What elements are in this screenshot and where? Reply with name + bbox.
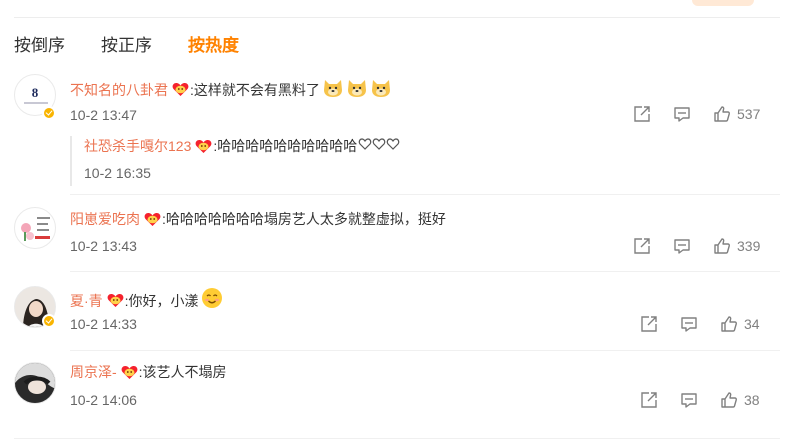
comment-icon[interactable] xyxy=(680,315,698,333)
heart-outline-icon xyxy=(358,136,372,156)
comment-line: 周京泽- :该艺人不塌房 xyxy=(70,362,227,382)
smile-emoji-icon xyxy=(201,287,223,314)
tab-sort-reverse[interactable]: 按倒序 xyxy=(14,35,65,59)
share-icon[interactable] xyxy=(633,105,651,123)
fan-badge-icon xyxy=(121,365,138,380)
username[interactable]: 夏·青 xyxy=(70,291,103,311)
comment-time: 10-2 14:33 xyxy=(70,316,137,332)
comment-time: 10-2 13:47 xyxy=(70,107,137,123)
verified-badge-icon xyxy=(42,314,56,328)
top-divider xyxy=(14,17,780,18)
doge-emoji-icon xyxy=(370,76,392,103)
top-partial-button[interactable] xyxy=(692,0,754,6)
sort-tabs: 按倒序 按正序 按热度 xyxy=(14,35,239,59)
comment-icon[interactable] xyxy=(673,237,691,255)
avatar[interactable] xyxy=(14,207,56,249)
like-count: 537 xyxy=(737,106,761,122)
reply-username[interactable]: 社恐杀手嘎尔123 xyxy=(84,136,191,156)
doge-emoji-icon xyxy=(346,76,368,103)
heart-outline-icon xyxy=(386,136,400,156)
comment-actions: 339 xyxy=(633,237,760,255)
reply-block: 社恐杀手嘎尔123 :哈哈哈哈哈哈哈哈哈哈 10-2 16:35 xyxy=(70,136,470,186)
like-icon[interactable] xyxy=(720,315,738,333)
comment-text: :你好，小漾 xyxy=(124,292,199,309)
fan-badge-icon xyxy=(172,82,189,97)
heart-outline-icon xyxy=(372,136,386,156)
reply-time: 10-2 16:35 xyxy=(84,165,151,181)
doge-emoji-icon xyxy=(322,76,344,103)
avatar[interactable] xyxy=(14,362,56,404)
divider xyxy=(70,350,780,351)
username[interactable]: 周京泽- xyxy=(70,362,117,382)
share-icon[interactable] xyxy=(633,237,651,255)
like-icon[interactable] xyxy=(713,237,731,255)
comment-actions: 537 xyxy=(633,105,760,123)
username[interactable]: 不知名的八卦君 xyxy=(70,80,168,100)
comment-text: :这样就不会有黑料了 xyxy=(190,81,320,98)
avatar-number: 8 xyxy=(31,85,39,100)
divider xyxy=(70,271,780,272)
comment-line: 不知名的八卦君 :这样就不会有黑料了 xyxy=(70,76,392,103)
reply-line: 社恐杀手嘎尔123 :哈哈哈哈哈哈哈哈哈哈 xyxy=(84,136,400,156)
like-icon[interactable] xyxy=(720,391,738,409)
share-icon[interactable] xyxy=(640,315,658,333)
comment-actions: 38 xyxy=(640,391,760,409)
divider xyxy=(70,194,780,195)
divider xyxy=(14,438,780,439)
comment-icon[interactable] xyxy=(680,391,698,409)
comment-icon[interactable] xyxy=(673,105,691,123)
like-count: 339 xyxy=(737,238,761,254)
comment-line: 阳崽爱吃肉 :哈哈哈哈哈哈哈塌房艺人太多就整虚拟，挺好 xyxy=(70,209,446,229)
comment-line: 夏·青 :你好，小漾 xyxy=(70,287,223,314)
like-count: 38 xyxy=(744,392,760,408)
comment-time: 10-2 14:06 xyxy=(70,392,137,408)
verified-badge-icon xyxy=(42,106,56,120)
tab-sort-forward[interactable]: 按正序 xyxy=(101,35,152,59)
tab-sort-hot[interactable]: 按热度 xyxy=(188,35,239,59)
reply-text: :哈哈哈哈哈哈哈哈哈哈 xyxy=(213,138,358,154)
comment-actions: 34 xyxy=(640,315,760,333)
share-icon[interactable] xyxy=(640,391,658,409)
comment-text: :哈哈哈哈哈哈哈塌房艺人太多就整虚拟，挺好 xyxy=(162,211,446,227)
comment-text: :该艺人不塌房 xyxy=(138,364,227,380)
fan-badge-icon xyxy=(144,212,161,227)
username[interactable]: 阳崽爱吃肉 xyxy=(70,209,140,229)
like-count: 34 xyxy=(744,316,760,332)
like-icon[interactable] xyxy=(713,105,731,123)
fan-badge-icon xyxy=(107,293,124,308)
fan-badge-icon xyxy=(195,139,212,154)
comment-time: 10-2 13:43 xyxy=(70,238,137,254)
